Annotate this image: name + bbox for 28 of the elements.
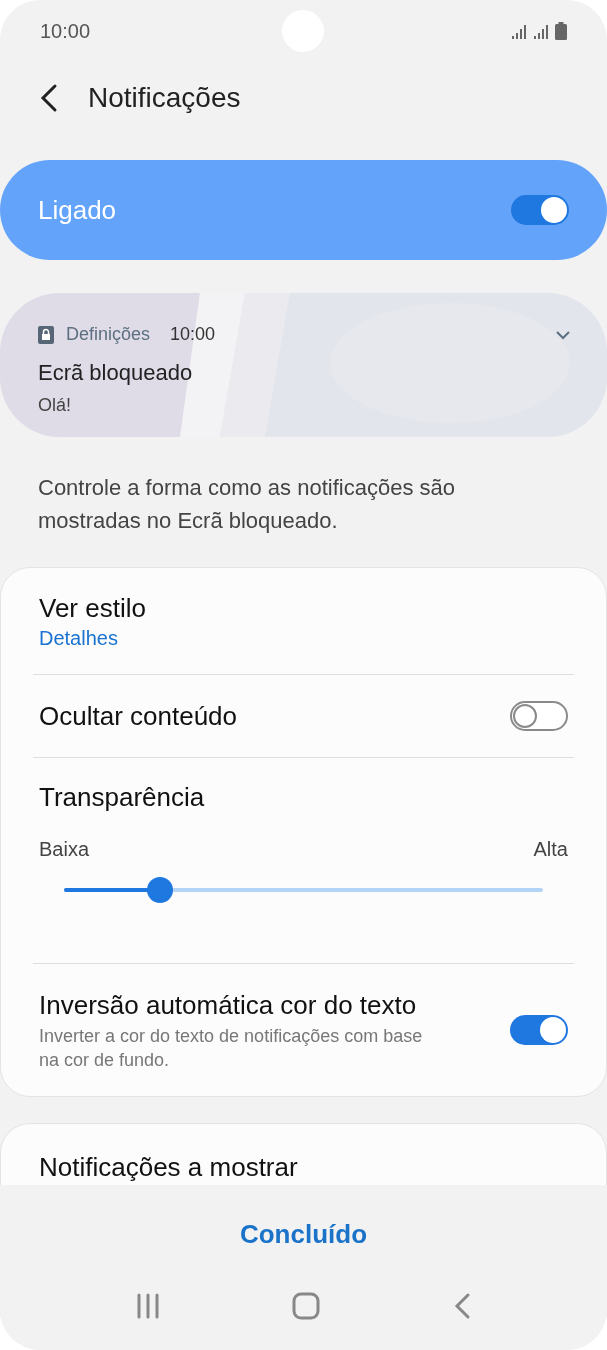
signal-icon [511, 24, 527, 40]
slider-thumb[interactable] [146, 877, 173, 903]
master-switch-bar[interactable]: Ligado [0, 160, 607, 260]
toggle-switch[interactable] [510, 1015, 568, 1045]
setting-title: Inversão automática cor do texto [39, 989, 418, 1022]
min-label: Baixa [39, 837, 90, 862]
battery-icon [555, 22, 567, 40]
status-time: 10:00 [40, 19, 91, 44]
setting-description: Inverter a cor do texto de notificações com base na cor de fundo. [39, 1025, 424, 1072]
expand-icon[interactable] [555, 329, 571, 340]
section-title: Notificações a mostrar [39, 1151, 299, 1184]
notification-time: 10:00 [170, 323, 216, 346]
setting-title: Ocultar conteúdo [39, 700, 238, 733]
setting-title[interactable]: Ver estilo [39, 592, 568, 624]
notification-body: Olá! [38, 394, 72, 417]
home-icon[interactable] [292, 1292, 321, 1320]
description-text: Controle a forma como as notificações são mostradas no Ecrã bloqueado. [37, 474, 456, 535]
max-label: Alta [533, 837, 568, 862]
toggle-switch[interactable] [511, 195, 569, 225]
setting-value: Detalhes [39, 626, 119, 651]
toggle-switch[interactable] [510, 701, 568, 731]
app-name: Definições [66, 323, 151, 346]
notification-title: Ecrã bloqueado [38, 359, 194, 387]
setting-title: Transparência [39, 781, 206, 814]
page-title: Notificações [88, 81, 241, 115]
signal-icon [533, 24, 549, 40]
recent-apps-icon[interactable] [136, 1293, 161, 1319]
done-button[interactable]: Concluído [223, 1211, 384, 1258]
